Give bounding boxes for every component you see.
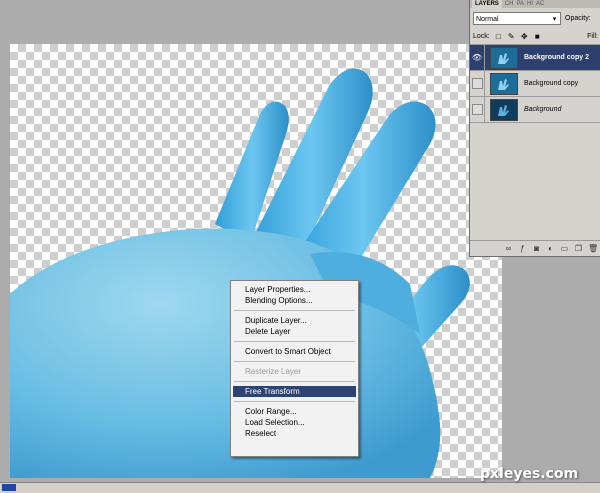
fill-label: Fill: — [587, 32, 598, 40]
visibility-box — [471, 104, 483, 115]
hand-icon — [498, 104, 509, 116]
layer-row-background-copy-2[interactable]: 👁 Background copy 2 — [470, 45, 600, 71]
menu-item-reselect[interactable]: Reselect — [231, 428, 358, 439]
tab-history[interactable]: HI — [527, 0, 533, 8]
visibility-toggle[interactable] — [470, 97, 485, 122]
layer-row-background[interactable]: Background — [470, 97, 600, 123]
layer-row-background-copy[interactable]: Background copy — [470, 71, 600, 97]
menu-item-duplicate-layer[interactable]: Duplicate Layer... — [231, 315, 358, 326]
menu-item-convert-to-smart-object[interactable]: Convert to Smart Object — [231, 346, 358, 357]
trash-icon[interactable]: 🗑 — [588, 244, 598, 253]
panel-tabs: LAYERS LAYERS CH PA HI AC — [470, 0, 600, 8]
fx-icon[interactable]: ƒ — [518, 244, 527, 253]
menu-item-free-transform[interactable]: Free Transform — [233, 386, 356, 397]
hand-icon — [498, 78, 509, 90]
menu-item-delete-layer[interactable]: Delete Layer — [231, 326, 358, 337]
visibility-toggle[interactable]: 👁 — [470, 45, 485, 70]
menu-item-load-selection[interactable]: Load Selection... — [231, 417, 358, 428]
mask-icon[interactable]: ◙ — [532, 244, 541, 253]
blend-mode-select[interactable]: Normal ▾ — [473, 11, 561, 25]
navigator-icon[interactable] — [2, 484, 16, 491]
context-menu: Layer Properties... Blending Options... … — [230, 280, 359, 457]
adjustment-icon[interactable]: ◐ — [546, 244, 555, 253]
status-bar — [0, 482, 600, 493]
lock-all-icon[interactable]: ■ — [533, 32, 542, 41]
blend-mode-value: Normal — [476, 15, 499, 23]
chevron-down-icon: ▾ — [552, 15, 557, 23]
menu-separator — [234, 381, 355, 382]
eye-icon: 👁 — [471, 53, 483, 62]
tab-paths[interactable]: PA — [516, 0, 524, 8]
layer-name: Background copy 2 — [524, 54, 589, 61]
opacity-label: Opacity: — [565, 14, 591, 22]
panel-bottom-bar: ∞ ƒ ◙ ◐ ▭ ❐ 🗑 — [470, 240, 600, 256]
layers-panel: LAYERS LAYERS CH PA HI AC Normal ▾ Opaci… — [469, 0, 600, 257]
layer-name: Background copy — [524, 80, 579, 87]
tab-actions[interactable]: AC — [536, 0, 544, 8]
folder-icon[interactable]: ▭ — [560, 244, 569, 253]
lock-label: Lock: — [473, 32, 490, 40]
tab-channels[interactable]: CH — [505, 0, 514, 8]
menu-item-layer-properties[interactable]: Layer Properties... — [231, 284, 358, 295]
lock-image-icon[interactable]: ✎ — [507, 32, 516, 41]
visibility-box — [471, 78, 483, 89]
layer-name: Background — [524, 106, 562, 113]
menu-item-rasterize-layer: Rasterize Layer — [245, 367, 302, 376]
menu-separator — [234, 401, 355, 402]
layer-thumbnail — [490, 98, 518, 121]
visibility-toggle[interactable] — [470, 71, 485, 96]
menu-item-color-range[interactable]: Color Range... — [231, 406, 358, 417]
new-layer-icon[interactable]: ❐ — [574, 244, 583, 253]
lock-transparency-icon[interactable]: □ — [494, 32, 503, 41]
watermark: pxleyes.com — [480, 466, 579, 482]
layer-thumbnail — [490, 72, 518, 95]
tab-layers[interactable]: LAYERS — [472, 0, 502, 8]
menu-item-blending-options[interactable]: Blending Options... — [231, 295, 358, 306]
layer-thumbnail — [490, 46, 518, 69]
menu-separator — [234, 361, 355, 362]
hand-icon — [498, 52, 509, 64]
link-icon[interactable]: ∞ — [504, 244, 513, 253]
menu-separator — [234, 341, 355, 342]
lock-position-icon[interactable]: ✥ — [520, 32, 529, 41]
menu-separator — [234, 310, 355, 311]
